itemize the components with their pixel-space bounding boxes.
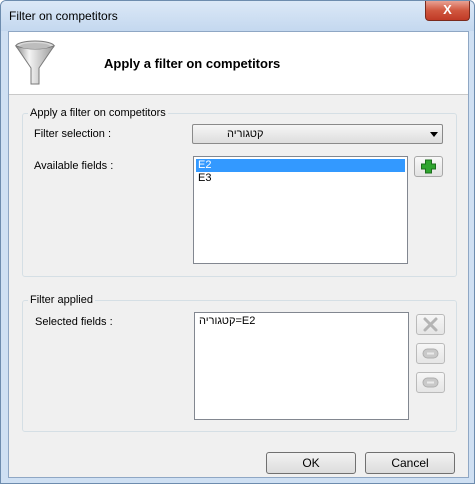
available-fields-list[interactable]: E2 E3 [193, 156, 408, 264]
dialog-header: Apply a filter on competitors [9, 32, 468, 95]
dialog-client-area: Apply a filter on competitors Apply a fi… [8, 31, 469, 478]
list-item[interactable]: E2 [196, 159, 405, 172]
window-title: Filter on competitors [9, 9, 118, 23]
available-fields-label: Available fields : [34, 160, 114, 172]
close-icon: X [443, 2, 452, 17]
list-item-label: E3 [198, 172, 212, 184]
or-icon [422, 377, 439, 388]
list-item-label: E2 [198, 159, 212, 171]
selected-fields-list[interactable]: קטגוריה=E2 [194, 312, 409, 420]
filter-selection-value: קטגוריה [227, 128, 264, 140]
or-button[interactable] [416, 372, 445, 393]
plus-icon [421, 159, 436, 174]
filter-selection-dropdown[interactable]: קטגוריה [192, 124, 443, 144]
list-item[interactable]: קטגוריה=E2 [197, 315, 406, 328]
add-field-button[interactable] [414, 156, 443, 177]
remove-icon [423, 317, 438, 332]
applied-group-label: Filter applied [28, 294, 95, 306]
remove-field-button[interactable] [416, 314, 445, 335]
dialog-window: Filter on competitors X Apply a filter o… [0, 0, 475, 484]
funnel-icon [14, 40, 56, 85]
list-item[interactable]: E3 [196, 172, 405, 185]
header-title: Apply a filter on competitors [104, 56, 281, 71]
filter-selection-label: Filter selection : [34, 128, 112, 140]
chevron-down-icon [430, 132, 438, 137]
and-icon [422, 348, 439, 359]
ok-button[interactable]: OK [266, 452, 356, 474]
selected-fields-label: Selected fields : [35, 316, 113, 328]
list-item-label: קטגוריה=E2 [199, 315, 256, 327]
close-button[interactable]: X [425, 1, 470, 21]
filter-group-label: Apply a filter on competitors [28, 107, 168, 119]
cancel-button[interactable]: Cancel [365, 452, 455, 474]
title-bar[interactable]: Filter on competitors X [1, 1, 474, 31]
and-button[interactable] [416, 343, 445, 364]
